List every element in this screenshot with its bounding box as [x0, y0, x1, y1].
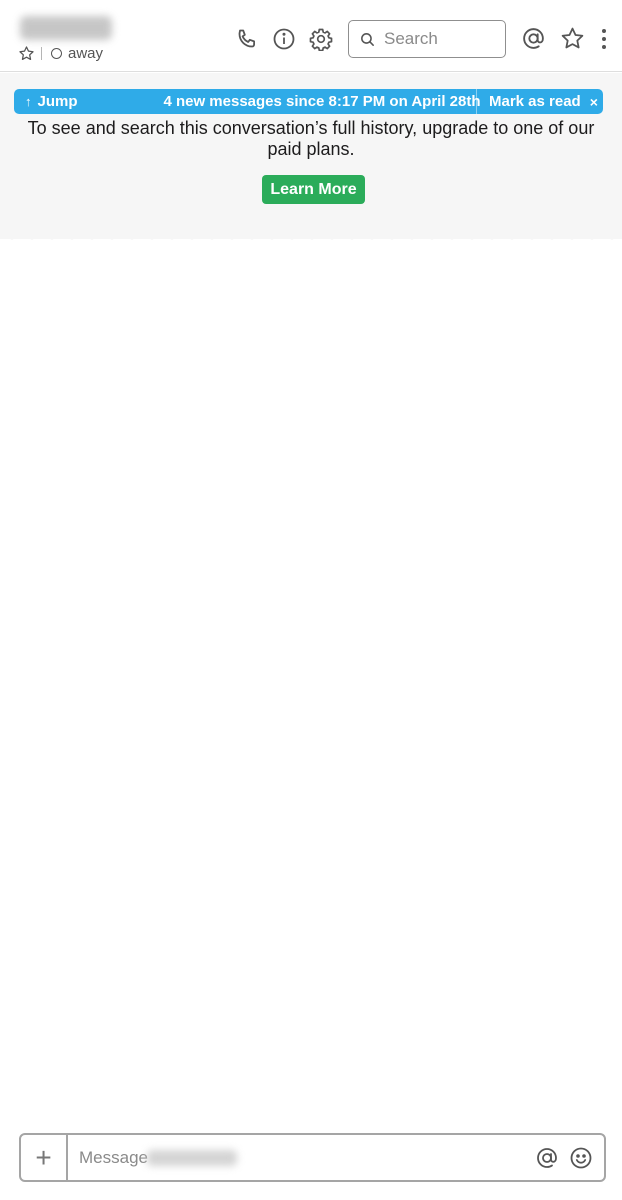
attach-plus-button[interactable]: + [21, 1135, 68, 1180]
search-box[interactable] [348, 20, 506, 58]
star-icon[interactable] [18, 45, 35, 62]
divider [41, 46, 42, 60]
presence-status: away [68, 44, 104, 62]
emoji-icon[interactable] [569, 1146, 593, 1170]
mark-as-read-label: Mark as read [489, 93, 581, 110]
message-input[interactable] [79, 1145, 149, 1171]
arrow-up-icon: ↑ [25, 94, 32, 109]
star-icon[interactable] [560, 26, 585, 51]
close-icon[interactable]: × [590, 94, 598, 110]
message-composer: + [19, 1133, 606, 1182]
presence-dot-icon [51, 47, 62, 59]
torn-edge-divider [0, 230, 622, 240]
recipient-name-blurred [147, 1150, 237, 1166]
search-input[interactable] [384, 29, 496, 49]
search-icon [361, 32, 374, 46]
page: away Search ↑ Jump 4 new messages since … [0, 0, 622, 1200]
gear-icon[interactable] [309, 27, 333, 51]
channel-header: away [0, 0, 622, 72]
info-icon[interactable] [272, 27, 296, 51]
channel-meta: away [18, 42, 103, 64]
new-messages-banner: ↑ Jump 4 new messages since 8:17 PM on A… [14, 89, 603, 114]
new-messages-text: 4 new messages since 8:17 PM on April 28… [163, 93, 481, 110]
upgrade-notice-text: To see and search this conversation’s fu… [27, 118, 595, 159]
more-vertical-icon[interactable] [596, 27, 612, 51]
jump-label: Jump [37, 93, 78, 110]
mention-icon[interactable] [535, 1146, 559, 1170]
jump-button[interactable]: ↑ Jump [14, 89, 104, 114]
mark-as-read-button[interactable]: Mark as read × [476, 89, 603, 114]
call-icon[interactable] [235, 27, 259, 51]
channel-name-blurred[interactable] [20, 16, 112, 40]
learn-more-button[interactable]: Learn More [262, 175, 365, 204]
mentions-icon[interactable] [521, 26, 546, 51]
